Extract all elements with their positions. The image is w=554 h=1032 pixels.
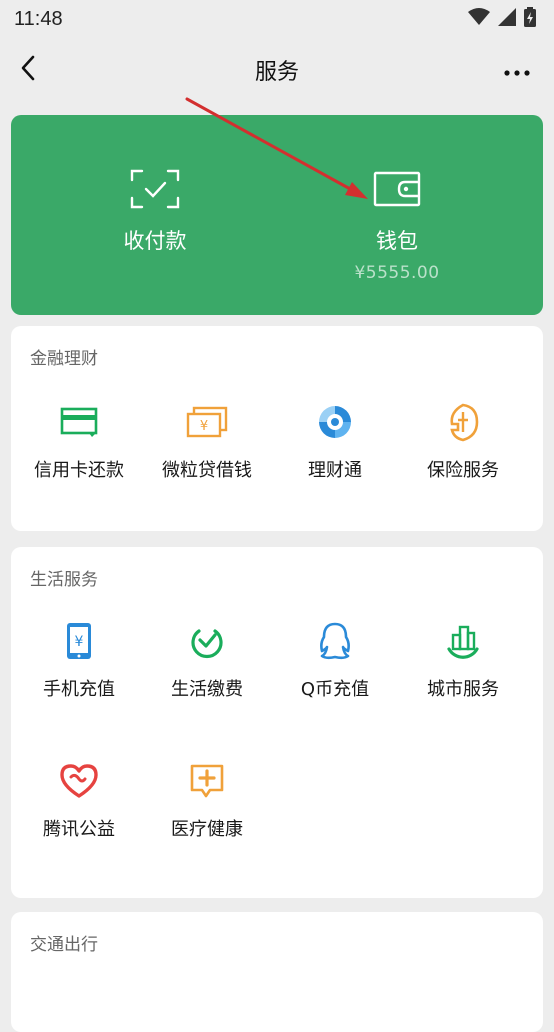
grid-item-label: 信用卡还款 [34, 460, 124, 481]
chevron-left-icon [20, 55, 36, 85]
city-service-icon [441, 619, 485, 663]
wallet-button[interactable]: 钱包 ¥5555.00 [297, 115, 497, 315]
city-service-button[interactable]: 城市服务 [399, 619, 527, 719]
section-title: 生活服务 [30, 570, 98, 590]
section-finance: 金融理财 信用卡还款 ¥ 微粒贷借钱 理财通 保险服务 [11, 326, 543, 531]
back-button[interactable] [14, 55, 42, 85]
status-time: 11:48 [14, 7, 63, 30]
pay-receive-button[interactable]: 收付款 [55, 115, 255, 315]
svg-text:¥: ¥ [75, 634, 84, 650]
nav-bar: 服务 [0, 38, 554, 102]
section-life: 生活服务 ¥ 手机充值 生活缴费 Q币充值 城市服务 腾讯公益 医疗健康 [11, 547, 543, 898]
section-transport: 交通出行 [11, 912, 543, 1032]
grid-item-label: 生活缴费 [171, 679, 243, 700]
bill-pay-button[interactable]: 生活缴费 [143, 619, 271, 719]
signal-icon [498, 8, 516, 30]
page-title: 服务 [254, 60, 299, 85]
more-dots-icon [504, 61, 530, 80]
grid-item-label: Q币充值 [300, 679, 370, 700]
grid-item-label: 医疗健康 [171, 819, 243, 840]
wifi-icon [468, 8, 490, 30]
pay-receive-label: 收付款 [123, 229, 187, 253]
loan-button[interactable]: ¥ 微粒贷借钱 [143, 400, 271, 500]
wallet-balance: ¥5555.00 [354, 263, 440, 283]
scan-pay-icon [129, 167, 181, 211]
svg-text:¥: ¥ [200, 419, 208, 434]
charity-icon [57, 759, 101, 803]
insurance-button[interactable]: 保险服务 [399, 400, 527, 500]
status-bar: 11:48 [0, 0, 554, 38]
grid-item-label: 微粒贷借钱 [162, 460, 252, 481]
qq-coin-button[interactable]: Q币充值 [271, 619, 399, 719]
more-button[interactable] [502, 60, 532, 80]
grid-item-label: 城市服务 [427, 679, 499, 700]
phone-topup-button[interactable]: ¥ 手机充值 [15, 619, 143, 719]
qq-coin-icon [313, 619, 357, 663]
loan-icon: ¥ [185, 400, 229, 444]
charity-button[interactable]: 腾讯公益 [15, 759, 143, 859]
grid-item-label: 理财通 [308, 460, 362, 481]
phone-topup-icon: ¥ [57, 619, 101, 663]
grid-item-label: 手机充值 [43, 679, 115, 700]
insurance-icon [441, 400, 485, 444]
credit-card-icon [57, 400, 101, 444]
pay-wallet-card: 收付款 钱包 ¥5555.00 [11, 115, 543, 315]
wealth-icon [313, 400, 357, 444]
status-icons [468, 7, 536, 31]
wealth-button[interactable]: 理财通 [271, 400, 399, 500]
wallet-icon [371, 167, 423, 211]
wallet-label: 钱包 [376, 229, 418, 253]
grid-item-label: 保险服务 [427, 460, 499, 481]
medical-icon [185, 759, 229, 803]
medical-button[interactable]: 医疗健康 [143, 759, 271, 859]
section-title: 交通出行 [30, 935, 98, 955]
credit-card-repay-button[interactable]: 信用卡还款 [15, 400, 143, 500]
grid-item-label: 腾讯公益 [43, 819, 115, 840]
section-title: 金融理财 [30, 349, 98, 369]
battery-icon [524, 7, 536, 31]
bill-pay-icon [185, 619, 229, 663]
